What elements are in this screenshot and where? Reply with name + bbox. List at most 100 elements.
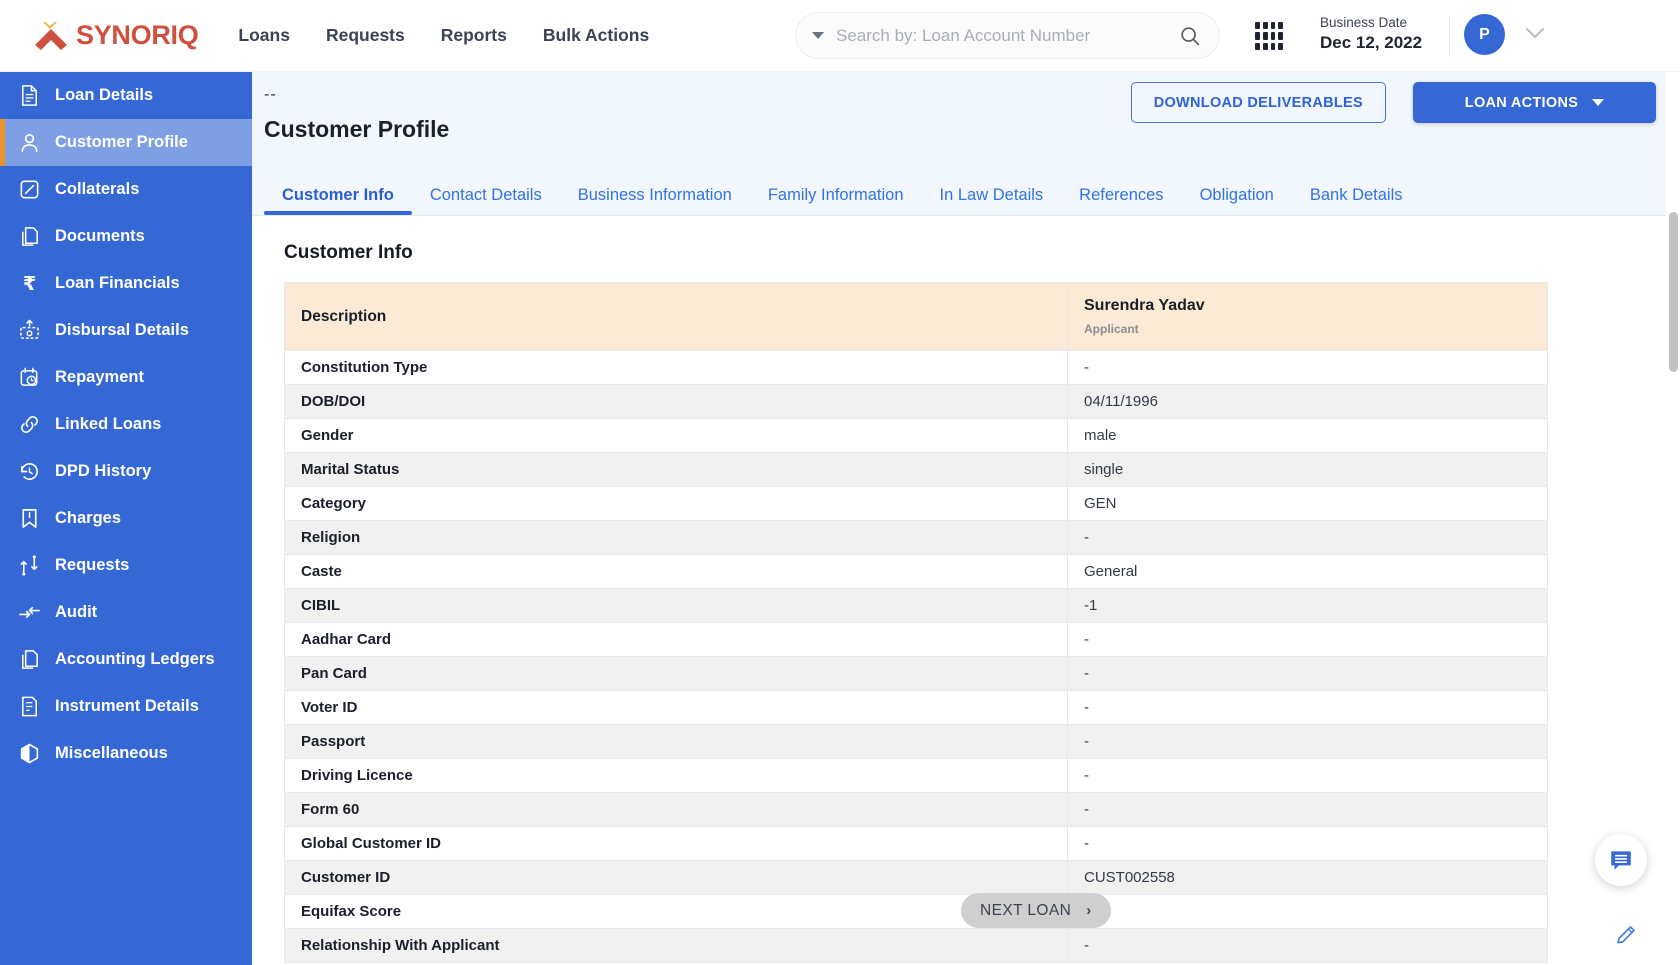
document-lines-icon [22,85,37,106]
copy-pages-icon [22,227,38,246]
nav-link-reports[interactable]: Reports [441,25,507,46]
column-header-person: Surendra Yadav Applicant [1067,282,1548,351]
row-key: Pan Card [284,656,1068,691]
apps-grid-icon[interactable] [1255,22,1283,50]
next-loan-button[interactable]: NEXT LOAN › [961,893,1111,928]
table-row: Category GEN [284,486,1548,521]
sidebar-item-audit[interactable]: Audit [0,589,252,636]
page-scrollbar-track[interactable] [1666,72,1680,965]
global-search[interactable]: Search by: Loan Account Number [795,12,1220,59]
row-value: - [1067,928,1548,963]
sidebar-item-label: Miscellaneous [55,744,168,762]
sidebar-item-requests[interactable]: Requests [0,542,252,589]
table-row: CIBIL -1 [284,588,1548,623]
brand-name: SYNORIQ [76,20,199,50]
branch-arrows-icon [20,555,38,576]
sidebar-item-instrument-details[interactable]: Instrument Details [0,683,252,730]
sidebar-item-loan-details[interactable]: Loan Details [0,72,252,119]
chat-support-button[interactable] [1595,834,1647,886]
tab-family-information[interactable]: Family Information [750,186,922,215]
hexagon-half-icon [20,743,39,764]
row-key: Gender [284,418,1068,453]
chevron-right-icon: › [1086,902,1092,919]
sidebar-item-linked-loans[interactable]: Linked Loans [0,401,252,448]
search-filter-chevron-down-icon[interactable] [812,32,824,39]
chevron-down-icon [1592,99,1605,106]
row-key: Global Customer ID [284,826,1068,861]
table-row: Caste General [284,554,1548,589]
sidebar-item-charges[interactable]: Charges [0,495,252,542]
tab-obligation[interactable]: Obligation [1182,186,1292,215]
search-input[interactable]: Search by: Loan Account Number [836,26,1179,46]
table-row: Passport - [284,724,1548,759]
row-value: - [1067,758,1548,793]
column-header-description-label: Description [301,307,387,325]
sidebar-item-customer-profile[interactable]: Customer Profile [0,119,252,166]
row-key: Aadhar Card [284,622,1068,657]
tab-bank-details[interactable]: Bank Details [1292,186,1421,215]
sidebar-item-label: Loan Details [55,86,154,104]
sidebar-item-label: Customer Profile [55,133,188,151]
row-key: DOB/DOI [284,384,1068,419]
avatar[interactable]: P [1464,14,1505,55]
page-scrollbar-thumb[interactable] [1669,212,1678,372]
nav-link-loans[interactable]: Loans [238,25,290,46]
row-value: GEN [1067,486,1548,521]
square-slash-icon [20,180,39,199]
sidebar-item-loan-financials[interactable]: ₹ Loan Financials [0,260,252,307]
next-loan-label: NEXT LOAN [980,901,1072,919]
search-icon[interactable] [1179,25,1201,47]
customer-info-table-body: Constitution Type - DOB/DOI 04/11/1996 Gen… [284,350,1548,963]
row-key: Driving Licence [284,758,1068,793]
customer-profile-tabs: Customer Info Contact Details Business I… [252,175,1680,216]
row-value: - [1067,520,1548,555]
edit-pencil-icon[interactable] [1614,923,1638,947]
main-content: -- Customer Profile DOWNLOAD DELIVERABLE… [252,72,1680,965]
page-header: -- Customer Profile DOWNLOAD DELIVERABLE… [252,72,1680,175]
download-deliverables-button[interactable]: DOWNLOAD DELIVERABLES [1130,82,1386,123]
sidebar-item-label: Requests [55,556,130,574]
row-key: Religion [284,520,1068,555]
rupee-icon: ₹ [23,272,36,295]
tab-contact-details[interactable]: Contact Details [412,186,560,215]
row-value: - [1067,792,1548,827]
sidebar-item-accounting-ledgers[interactable]: Accounting Ledgers [0,636,252,683]
table-row: Voter ID - [284,690,1548,725]
sidebar-item-collaterals[interactable]: Collaterals [0,166,252,213]
chat-bubble-icon [1611,851,1631,870]
table-row: Constitution Type - [284,350,1548,385]
table-row: Pan Card - [284,656,1548,691]
brand-logo[interactable]: SYNORIQ [34,20,199,51]
customer-info-panel: Customer Info Description Surendra Yadav… [252,242,1680,965]
sidebar-item-label: Accounting Ledgers [55,650,215,668]
tab-customer-info[interactable]: Customer Info [264,186,412,215]
tab-business-information[interactable]: Business Information [560,186,750,215]
sidebar-item-repayment[interactable]: Repayment [0,354,252,401]
user-menu-chevron-down-icon[interactable] [1524,26,1546,40]
sidebar-item-miscellaneous[interactable]: Miscellaneous [0,730,252,777]
row-value: - [1067,826,1548,861]
person-role: Applicant [1084,322,1139,336]
synoriq-caret-logo-icon [34,21,68,51]
sidebar-item-label: Charges [55,509,122,527]
row-key: Marital Status [284,452,1068,487]
nav-link-requests[interactable]: Requests [326,25,405,46]
primary-nav: Loans Requests Reports Bulk Actions [238,25,649,46]
row-key: Constitution Type [284,350,1068,385]
tab-references[interactable]: References [1061,186,1181,215]
page-action-buttons: DOWNLOAD DELIVERABLES LOAN ACTIONS [1130,82,1656,123]
sidebar-item-disbursal-details[interactable]: Disbursal Details [0,307,252,354]
row-key: Voter ID [284,690,1068,725]
sidebar-navigation: Loan Details Customer Profile Collateral… [0,72,252,965]
tab-in-law-details[interactable]: In Law Details [922,186,1062,215]
document-list-icon [22,696,37,717]
sidebar-item-dpd-history[interactable]: DPD History [0,448,252,495]
copy-pages-icon [22,650,38,669]
sidebar-item-label: DPD History [55,462,152,480]
column-header-description: Description [284,282,1068,351]
sidebar-item-documents[interactable]: Documents [0,213,252,260]
loan-actions-button[interactable]: LOAN ACTIONS [1413,82,1656,123]
link-chain-icon [21,416,38,433]
nav-link-bulk-actions[interactable]: Bulk Actions [543,25,649,46]
disbursal-box-icon [20,319,39,339]
